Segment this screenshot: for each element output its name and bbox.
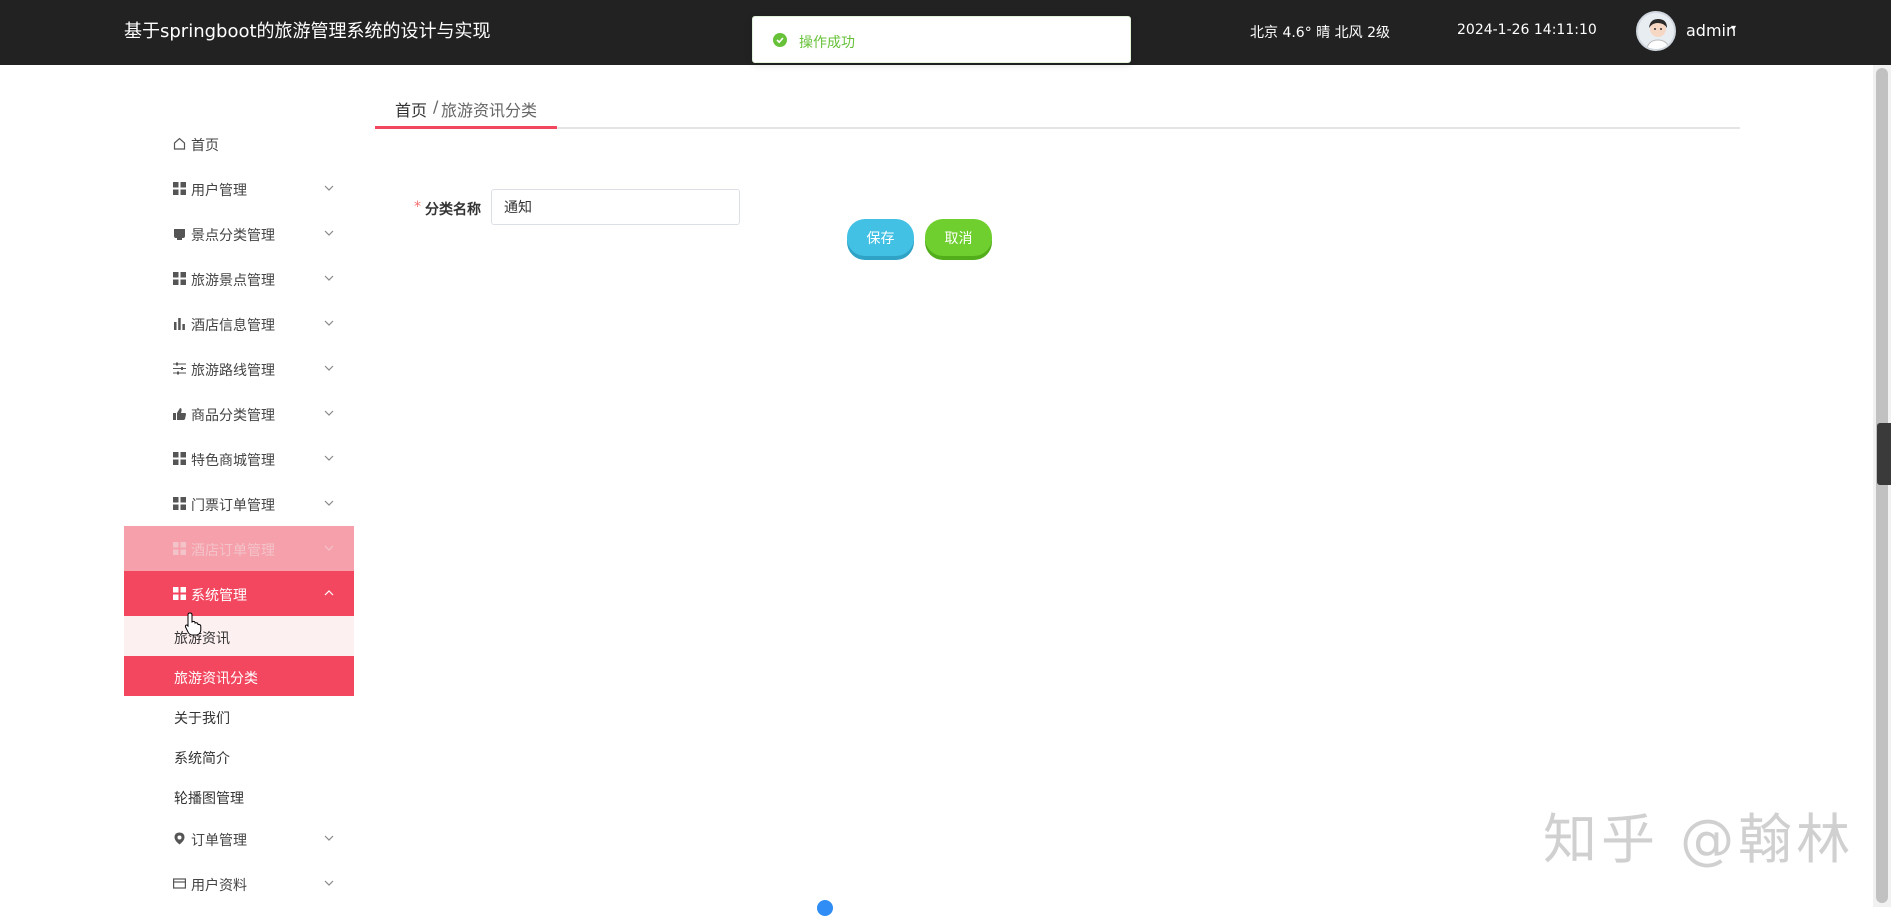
scrollbar-thumb[interactable]	[1876, 68, 1888, 903]
chevron-down-icon	[324, 275, 334, 281]
submenu-item-label: 旅游资讯	[174, 631, 230, 647]
grid-icon	[173, 497, 186, 510]
breadcrumb-active-tab: 首页 / 旅游资讯分类	[375, 84, 557, 129]
chevron-down-icon	[324, 500, 334, 506]
submenu-item-travel-news[interactable]: 旅游资讯	[124, 616, 354, 656]
grid-icon	[173, 182, 186, 195]
sidebar-item-scenic-category[interactable]: 景点分类管理	[124, 211, 354, 256]
folder-icon	[174, 229, 185, 240]
sidebar-item-label: 旅游路线管理	[191, 363, 275, 379]
chevron-up-icon	[324, 590, 334, 596]
breadcrumb-separator: /	[433, 97, 439, 116]
location-icon	[174, 832, 185, 845]
submenu-item-carousel[interactable]: 轮播图管理	[124, 776, 354, 816]
submenu-item-label: 轮播图管理	[174, 791, 244, 807]
thumb-icon	[173, 408, 186, 420]
sidebar-item-product-category[interactable]: 商品分类管理	[124, 391, 354, 436]
required-mark: *	[414, 199, 421, 215]
chevron-down-icon	[324, 185, 334, 191]
sidebar-item-label: 订单管理	[191, 833, 247, 849]
home-icon	[173, 137, 186, 150]
sidebar-item-system[interactable]: 系统管理	[124, 571, 354, 616]
side-drawer-handle[interactable]	[1877, 423, 1891, 485]
submenu-item-label: 关于我们	[174, 711, 230, 727]
chevron-down-icon	[324, 365, 334, 371]
sidebar-item-label: 用户管理	[191, 183, 247, 199]
breadcrumb-current: 旅游资讯分类	[441, 101, 538, 120]
watermark: 知乎 @翰林	[1543, 808, 1855, 871]
grid-icon	[173, 272, 186, 285]
sliders-icon	[173, 362, 186, 375]
chevron-down-icon	[324, 230, 334, 236]
sidebar-item-label: 酒店信息管理	[191, 318, 275, 334]
sidebar-item-label: 旅游景点管理	[191, 273, 275, 289]
chevron-down-icon	[324, 835, 334, 841]
floating-dot	[817, 900, 833, 916]
sidebar-item-label: 商品分类管理	[191, 408, 275, 424]
chevron-down-icon	[324, 545, 334, 551]
sidebar-item-label: 首页	[191, 138, 219, 154]
sidebar-item-hotels[interactable]: 酒店信息管理	[124, 301, 354, 346]
username-dropdown[interactable]: admin	[1686, 21, 1736, 40]
toast-message: 操作成功	[799, 35, 855, 51]
sidebar-item-label: 用户资料	[191, 878, 247, 894]
chevron-down-icon[interactable]: ▾	[1731, 23, 1736, 34]
sidebar-item-label: 特色商城管理	[191, 453, 275, 469]
app-title: 基于springboot的旅游管理系统的设计与实现	[124, 21, 491, 42]
chevron-down-icon	[324, 410, 334, 416]
submenu-item-news-category[interactable]: 旅游资讯分类	[124, 656, 354, 696]
user-avatar-icon	[1646, 19, 1670, 49]
sidebar-item-label: 酒店订单管理	[191, 543, 275, 559]
chevron-down-icon	[324, 880, 334, 886]
bar-chart-icon	[174, 318, 185, 330]
weather-info: 北京 4.6° 晴 北风 2级	[1250, 25, 1390, 41]
save-button[interactable]: 保存	[847, 219, 914, 256]
submenu-item-label: 系统简介	[174, 751, 230, 767]
sidebar-item-label: 系统管理	[191, 588, 247, 604]
sidebar-item-ticket-orders[interactable]: 门票订单管理	[124, 481, 354, 526]
chevron-down-icon	[324, 455, 334, 461]
datetime-display: 2024-1-26 14:11:10	[1457, 22, 1597, 38]
grid-icon	[173, 587, 186, 600]
success-toast: 操作成功	[752, 16, 1131, 63]
sidebar-item-profile[interactable]: 用户资料	[124, 861, 354, 906]
check-circle-icon	[773, 33, 787, 47]
breadcrumb-home[interactable]: 首页	[395, 97, 427, 121]
sidebar-item-scenic-spots[interactable]: 旅游景点管理	[124, 256, 354, 301]
sidebar-item-hotel-orders[interactable]: 酒店订单管理	[124, 526, 354, 571]
hand-cursor-icon	[184, 612, 202, 636]
sidebar-item-users[interactable]: 用户管理	[124, 166, 354, 211]
grid-icon	[173, 542, 186, 555]
category-name-label: 分类名称	[425, 202, 481, 218]
sidebar-item-routes[interactable]: 旅游路线管理	[124, 346, 354, 391]
card-icon	[173, 878, 186, 889]
sidebar-item-label: 景点分类管理	[191, 228, 275, 244]
category-name-input[interactable]	[491, 189, 740, 225]
submenu-item-about-us[interactable]: 关于我们	[124, 696, 354, 736]
sidebar-item-label: 门票订单管理	[191, 498, 275, 514]
sidebar-item-orders[interactable]: 订单管理	[124, 816, 354, 861]
grid-icon	[173, 452, 186, 465]
sidebar-item-home[interactable]: 首页	[124, 121, 354, 166]
cancel-button[interactable]: 取消	[925, 219, 992, 256]
chevron-down-icon	[324, 320, 334, 326]
breadcrumb: 首页 / 旅游资讯分类	[375, 84, 1740, 129]
submenu-item-system-intro[interactable]: 系统简介	[124, 736, 354, 776]
avatar[interactable]	[1636, 11, 1676, 51]
sidebar-item-mall[interactable]: 特色商城管理	[124, 436, 354, 481]
submenu-item-label: 旅游资讯分类	[174, 671, 258, 687]
